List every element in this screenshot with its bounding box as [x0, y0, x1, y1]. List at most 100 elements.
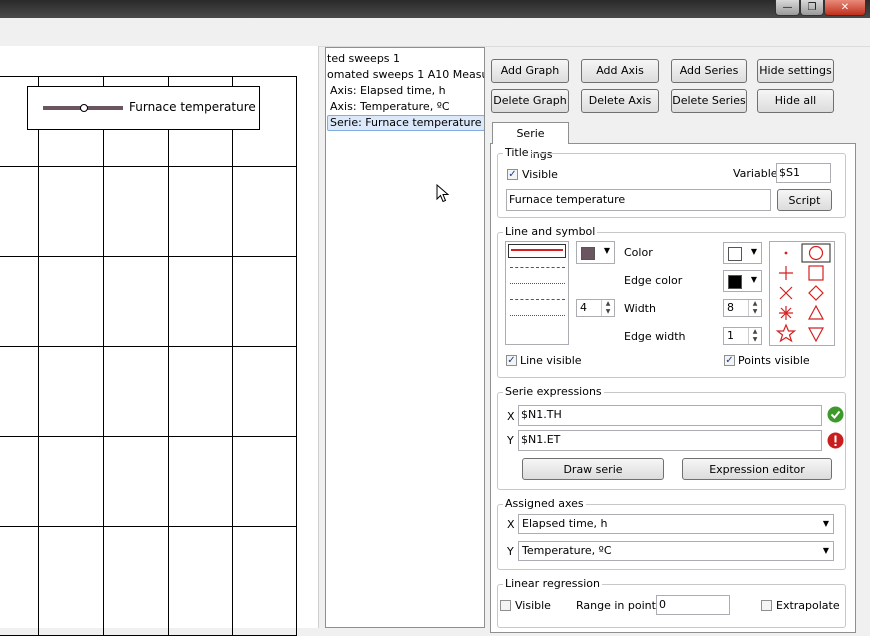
graph-tree[interactable]: ted sweeps 1 omated sweeps 1 A10 Measure…: [325, 47, 485, 628]
extrapolate-label: Extrapolate: [776, 599, 840, 612]
variable-input[interactable]: $S1: [776, 163, 831, 183]
line-style-selected[interactable]: [508, 244, 566, 258]
x-axis-label: X: [507, 518, 515, 531]
close-button[interactable]: ✕: [824, 0, 866, 16]
chevron-down-icon: ▼: [750, 247, 757, 256]
line-style-dotted[interactable]: [510, 283, 565, 284]
y-axis-select[interactable]: Temperature, ºC ▼: [518, 541, 834, 561]
line-style-list[interactable]: [505, 241, 569, 345]
symbol-triangle-up-icon: [807, 304, 825, 320]
minimize-button[interactable]: —: [775, 0, 800, 16]
check-icon: ✓: [508, 169, 517, 180]
tree-item[interactable]: ted sweeps 1: [326, 52, 402, 66]
maximize-button[interactable]: ❐: [800, 0, 824, 16]
add-axis-button[interactable]: Add Axis: [581, 59, 659, 83]
title-input[interactable]: Furnace temperature: [506, 189, 771, 211]
extrapolate-checkbox[interactable]: [761, 600, 772, 611]
width-value: 8: [727, 301, 734, 314]
chevron-up-icon[interactable]: ▲: [748, 300, 761, 308]
draw-serie-button[interactable]: Draw serie: [522, 458, 664, 480]
maximize-icon: ❐: [807, 2, 817, 13]
y-axis-value: Temperature, ºC: [522, 544, 612, 557]
hide-settings-button[interactable]: Hide settings: [757, 59, 834, 83]
line-style-dashdot[interactable]: [510, 299, 565, 300]
chevron-up-icon[interactable]: ▲: [601, 300, 614, 308]
range-in-points-input[interactable]: 0: [656, 595, 730, 615]
variable-label: Variable: [733, 167, 778, 180]
width-stepper[interactable]: 8 ▲ ▼: [723, 299, 762, 317]
x-expression-label: X: [507, 410, 515, 423]
line-style-dashdotdot[interactable]: [510, 315, 565, 316]
toolstrip: [0, 18, 870, 47]
linear-regression-legend: Linear regression: [503, 577, 602, 591]
grid-line-vertical: [232, 76, 233, 636]
tree-item[interactable]: omated sweeps 1 A10 Measure f: [326, 68, 484, 82]
line-color-combo[interactable]: ▼: [576, 241, 615, 264]
script-button[interactable]: Script: [777, 189, 832, 211]
line-style-dashed[interactable]: [510, 267, 565, 268]
add-graph-button[interactable]: Add Graph: [491, 59, 569, 83]
tree-item-axis-x[interactable]: Axis: Elapsed time, h: [328, 84, 448, 98]
color-label: Color: [624, 246, 653, 259]
check-icon: ✓: [507, 355, 516, 366]
chevron-down-icon[interactable]: ▼: [748, 336, 761, 344]
edge-width-value: 1: [727, 329, 734, 342]
graph-canvas[interactable]: Furnace temperature: [0, 46, 319, 636]
error-icon: [827, 432, 844, 449]
chevron-down-icon: ▼: [603, 246, 610, 255]
regression-visible-checkbox[interactable]: [500, 600, 511, 611]
title-visible-checkbox[interactable]: ✓: [507, 169, 518, 180]
symbol-circle-icon: [808, 245, 824, 261]
expression-editor-button[interactable]: Expression editor: [682, 458, 832, 480]
mouse-cursor-icon: [436, 184, 450, 203]
points-visible-label: Points visible: [738, 354, 810, 367]
symbol-triangle-down-icon: [807, 327, 825, 343]
edge-width-stepper[interactable]: 1 ▲ ▼: [723, 327, 762, 345]
width-label: Width: [624, 302, 656, 315]
delete-graph-button[interactable]: Delete Graph: [491, 89, 569, 113]
grid-line-vertical: [103, 76, 104, 636]
symbol-asterisk-icon: [779, 306, 793, 320]
legend-series-label: Furnace temperature: [129, 100, 256, 114]
chevron-down-icon[interactable]: ▼: [748, 308, 761, 316]
y-axis-label: Y: [507, 545, 514, 558]
x-axis-value: Elapsed time, h: [522, 517, 608, 530]
line-width-stepper[interactable]: 4 ▲ ▼: [576, 299, 615, 317]
point-color-swatch: [728, 247, 742, 261]
edge-width-label: Edge width: [624, 330, 686, 343]
grid-line-vertical: [168, 76, 169, 636]
add-series-button[interactable]: Add Series: [671, 59, 747, 83]
chevron-down-icon[interactable]: ▼: [601, 308, 614, 316]
symbol-dot-icon: [784, 251, 788, 255]
tree-item-serie[interactable]: Serie: Furnace temperature: [327, 115, 484, 131]
point-color-combo[interactable]: ▼: [723, 242, 762, 264]
delete-series-button[interactable]: Delete Series: [671, 89, 747, 113]
y-expression-label: Y: [507, 434, 514, 447]
tab-serie-settings[interactable]: Serie settings: [492, 122, 569, 161]
plot-frame: [0, 76, 297, 636]
points-visible-checkbox[interactable]: ✓: [724, 355, 735, 366]
symbol-cross-icon: [779, 286, 793, 300]
y-expression-input[interactable]: $N1.ET: [518, 430, 822, 451]
symbol-palette[interactable]: [769, 241, 835, 346]
hide-all-button[interactable]: Hide all: [757, 89, 834, 113]
chevron-up-icon[interactable]: ▲: [748, 328, 761, 336]
line-visible-checkbox[interactable]: ✓: [506, 355, 517, 366]
chevron-down-icon: ▼: [750, 275, 757, 284]
line-color-swatch: [581, 247, 595, 260]
line-width-value: 4: [580, 301, 587, 314]
edge-color-combo[interactable]: ▼: [723, 270, 762, 292]
x-expression-input[interactable]: $N1.TH: [518, 405, 822, 426]
x-axis-select[interactable]: Elapsed time, h ▼: [518, 514, 834, 534]
close-icon: ✕: [840, 2, 850, 13]
grid-line-horizontal: [0, 166, 297, 167]
plot-legend[interactable]: Furnace temperature: [27, 86, 260, 130]
grid-line-horizontal: [0, 526, 297, 527]
tree-item-axis-y[interactable]: Axis: Temperature, ºC: [328, 100, 452, 114]
check-icon: ✓: [725, 355, 734, 366]
symbol-diamond-icon: [808, 285, 824, 301]
legend-line-sample: [43, 104, 123, 112]
title-visible-label: Visible: [522, 168, 558, 181]
chevron-down-icon: ▼: [822, 519, 829, 528]
delete-axis-button[interactable]: Delete Axis: [581, 89, 659, 113]
